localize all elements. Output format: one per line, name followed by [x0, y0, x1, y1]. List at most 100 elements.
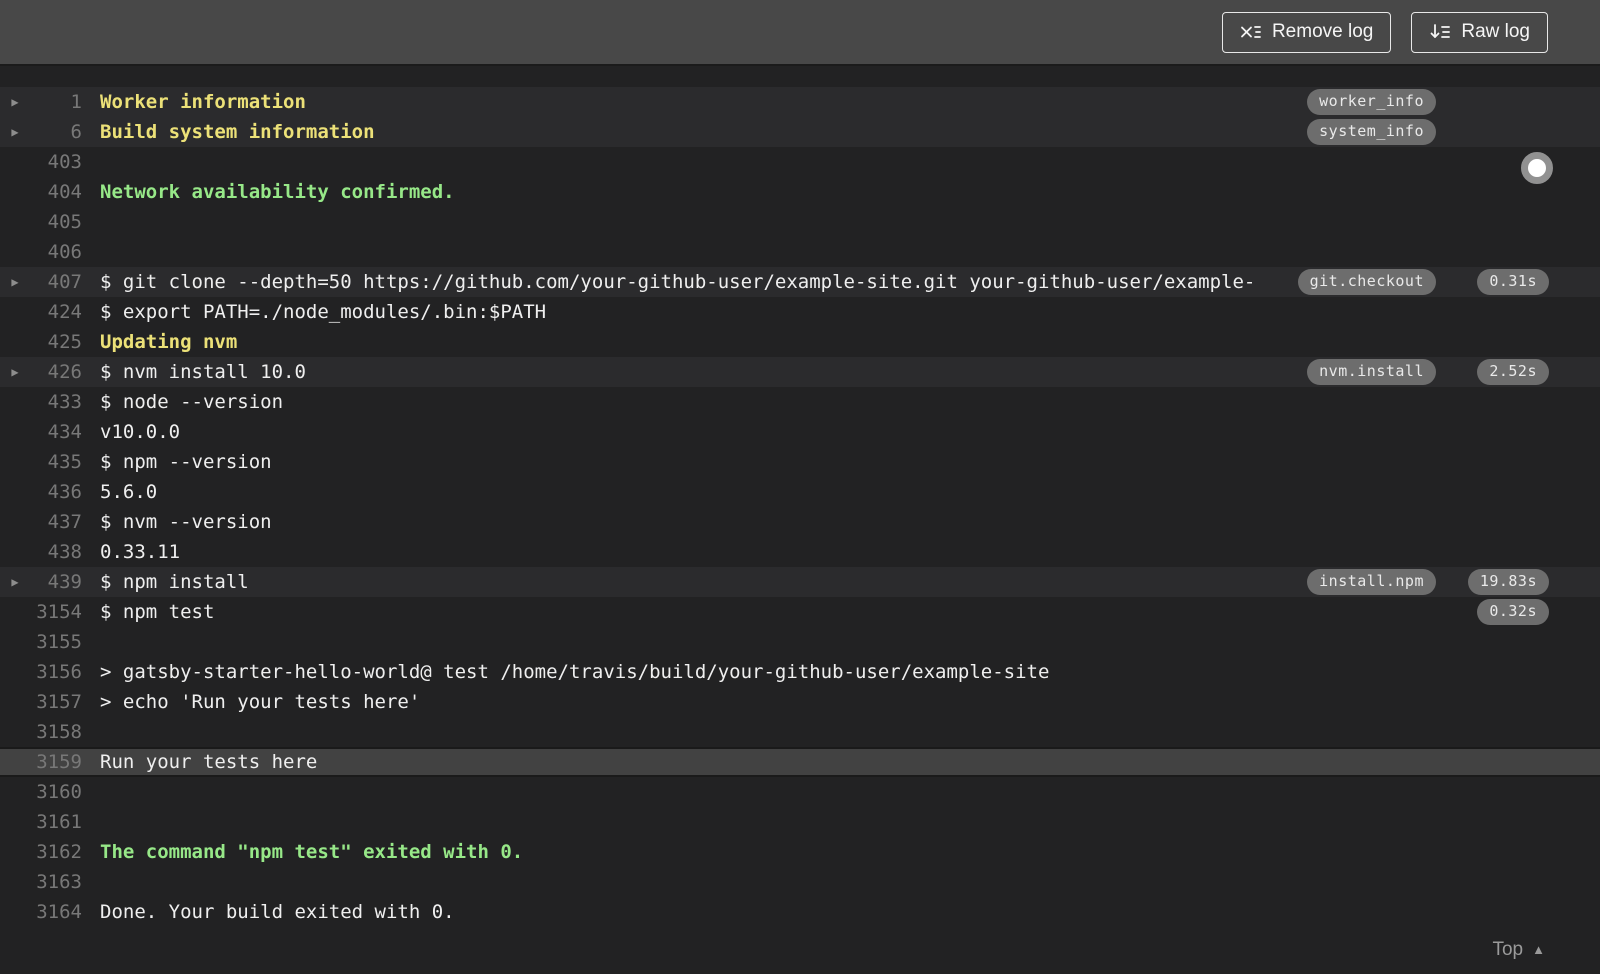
remove-log-button[interactable]: Remove log — [1221, 11, 1392, 53]
line-number[interactable]: 435 — [30, 451, 82, 473]
line-number[interactable]: 3154 — [30, 601, 82, 623]
log-line-text: Done. Your build exited with 0. — [100, 901, 455, 923]
log-row[interactable]: 403 — [0, 147, 1600, 177]
line-number[interactable]: 3159 — [30, 751, 82, 773]
line-number[interactable]: 438 — [30, 541, 82, 563]
log-row[interactable]: 438 0.33.11 — [0, 537, 1600, 567]
raw-log-label: Raw log — [1461, 21, 1530, 42]
log-line-text: Worker information — [100, 91, 306, 113]
duration-column: 0.32s — [1436, 599, 1549, 625]
log-row[interactable]: 3160 — [0, 777, 1600, 807]
log-line-text: > gatsby-starter-hello-world@ test /home… — [100, 661, 1050, 683]
step-name-badge: nvm.install — [1307, 359, 1436, 385]
log-row[interactable]: 433 $ node --version — [0, 387, 1600, 417]
log-row[interactable]: 434 v10.0.0 — [0, 417, 1600, 447]
log-line-text: > echo 'Run your tests here' — [100, 691, 421, 713]
line-number[interactable]: 404 — [30, 181, 82, 203]
duration-column: 19.83s — [1436, 569, 1549, 595]
scroll-to-top-label: Top — [1492, 938, 1524, 960]
step-duration-badge: 2.52s — [1477, 359, 1549, 385]
log-line-text: Run your tests here — [100, 751, 318, 773]
line-number[interactable]: 3157 — [30, 691, 82, 713]
log-row[interactable]: 3154 $ npm test 0.32s — [0, 597, 1600, 627]
log-row[interactable]: 3159 Run your tests here — [0, 747, 1600, 777]
log-row[interactable]: ▶ 1 Worker information worker_info — [0, 87, 1600, 117]
log-row[interactable]: 3161 — [0, 807, 1600, 837]
log-line-text: $ nvm --version — [100, 511, 272, 533]
log-toolbar: Remove log Raw log — [0, 0, 1600, 66]
duration-column: 2.52s — [1436, 359, 1549, 385]
line-number[interactable]: 426 — [30, 361, 82, 383]
line-number[interactable]: 3161 — [30, 811, 82, 833]
log-line-text: v10.0.0 — [100, 421, 181, 443]
fold-arrow-icon[interactable]: ▶ — [0, 567, 30, 597]
log-line-text: $ export PATH=./node_modules/.bin:$PATH — [100, 301, 547, 323]
log-row[interactable]: ▶ 407 $ git clone --depth=50 https://git… — [0, 267, 1600, 297]
line-number[interactable]: 3156 — [30, 661, 82, 683]
line-number[interactable]: 406 — [30, 241, 82, 263]
log-row[interactable]: 404 Network availability confirmed. — [0, 177, 1600, 207]
build-log: ▶ 1 Worker information worker_info ▶ 6 B… — [0, 66, 1600, 927]
line-number[interactable]: 3155 — [30, 631, 82, 653]
line-number[interactable]: 3162 — [30, 841, 82, 863]
line-number[interactable]: 437 — [30, 511, 82, 533]
line-number[interactable]: 6 — [30, 121, 82, 143]
line-number[interactable]: 3163 — [30, 871, 82, 893]
log-row[interactable]: 3155 — [0, 627, 1600, 657]
log-line-text: $ git clone --depth=50 https://github.co… — [100, 271, 1256, 293]
line-number[interactable]: 425 — [30, 331, 82, 353]
line-number[interactable]: 3160 — [30, 781, 82, 803]
line-number[interactable]: 403 — [30, 151, 82, 173]
step-name-badge: system_info — [1307, 119, 1436, 145]
log-row[interactable]: 3163 — [0, 867, 1600, 897]
fold-arrow-icon[interactable]: ▶ — [0, 87, 30, 117]
line-number[interactable]: 3164 — [30, 901, 82, 923]
step-name-badge: worker_info — [1307, 89, 1436, 115]
log-line-text: $ nvm install 10.0 — [100, 361, 306, 383]
fold-arrow-icon[interactable]: ▶ — [0, 117, 30, 147]
log-footer: Top ▲ — [0, 927, 1600, 972]
log-row[interactable]: 435 $ npm --version — [0, 447, 1600, 477]
log-row[interactable]: ▶ 439 $ npm install install.npm 19.83s — [0, 567, 1600, 597]
fold-arrow-icon[interactable]: ▶ — [0, 357, 30, 387]
line-number[interactable]: 1 — [30, 91, 82, 113]
log-row[interactable]: 425 Updating nvm — [0, 327, 1600, 357]
log-line-text: $ npm install — [100, 571, 249, 593]
log-line-text: 0.33.11 — [100, 541, 181, 563]
log-row[interactable]: ▶ 426 $ nvm install 10.0 nvm.install 2.5… — [0, 357, 1600, 387]
raw-log-button[interactable]: Raw log — [1411, 11, 1548, 53]
log-row[interactable]: 405 — [0, 207, 1600, 237]
step-name-badge: install.npm — [1307, 569, 1436, 595]
scroll-to-top-link[interactable]: Top ▲ — [1492, 939, 1545, 961]
log-follow-toggle[interactable] — [1521, 152, 1553, 184]
log-row[interactable]: 3164 Done. Your build exited with 0. — [0, 897, 1600, 927]
line-number[interactable]: 407 — [30, 271, 82, 293]
step-duration-badge: 0.31s — [1477, 269, 1549, 295]
log-row[interactable]: 3156 > gatsby-starter-hello-world@ test … — [0, 657, 1600, 687]
log-row[interactable]: 424 $ export PATH=./node_modules/.bin:$P… — [0, 297, 1600, 327]
log-row[interactable]: 406 — [0, 237, 1600, 267]
line-number[interactable]: 3158 — [30, 721, 82, 743]
line-number[interactable]: 433 — [30, 391, 82, 413]
remove-log-label: Remove log — [1271, 21, 1374, 42]
line-number[interactable]: 436 — [30, 481, 82, 503]
log-row[interactable]: 3162 The command "npm test" exited with … — [0, 837, 1600, 867]
log-row[interactable]: 3158 — [0, 717, 1600, 747]
remove-log-icon — [1240, 23, 1262, 41]
log-line-text: Updating nvm — [100, 331, 238, 353]
log-row[interactable]: 437 $ nvm --version — [0, 507, 1600, 537]
line-number[interactable]: 424 — [30, 301, 82, 323]
duration-column: 0.31s — [1436, 269, 1549, 295]
log-line-text: $ node --version — [100, 391, 284, 413]
log-row[interactable]: 3157 > echo 'Run your tests here' — [0, 687, 1600, 717]
line-number[interactable]: 405 — [30, 211, 82, 233]
step-duration-badge: 19.83s — [1467, 569, 1549, 595]
fold-arrow-icon[interactable]: ▶ — [0, 267, 30, 297]
log-line-text: Network availability confirmed. — [100, 181, 455, 203]
log-line-text: $ npm test — [100, 601, 215, 623]
line-number[interactable]: 439 — [30, 571, 82, 593]
step-duration-badge: 0.32s — [1477, 599, 1549, 625]
line-number[interactable]: 434 — [30, 421, 82, 443]
log-row[interactable]: ▶ 6 Build system information system_info — [0, 117, 1600, 147]
log-row[interactable]: 436 5.6.0 — [0, 477, 1600, 507]
